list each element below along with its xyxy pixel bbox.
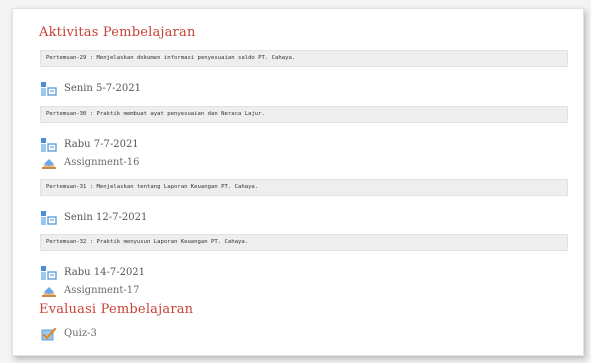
- activity-label: Assignment-17: [64, 284, 140, 296]
- attendance-icon: [41, 81, 57, 96]
- topic-label: Pertemuan-32 : Praktik menyusun Laporan …: [40, 234, 568, 251]
- assignment-icon: [41, 283, 57, 297]
- attendance-icon: [41, 210, 57, 225]
- activity-attendance-link[interactable]: Senin 5-7-2021: [41, 80, 141, 96]
- activity-attendance-link[interactable]: Rabu 7-7-2021: [41, 136, 139, 152]
- section-title-evaluasi: Evaluasi Pembelajaran: [39, 302, 194, 317]
- course-content-panel: Aktivitas Pembelajaran Pertemuan-29 : Me…: [12, 8, 584, 356]
- attendance-icon: [41, 137, 57, 152]
- topic-label: Pertemuan-30 : Praktik membuat ayat peny…: [40, 106, 568, 123]
- activity-quiz-link[interactable]: Quiz-3: [41, 325, 97, 341]
- topic-label: Pertemuan-31 : Menjelaskan tentang Lapor…: [40, 179, 568, 196]
- activity-label: Quiz-3: [64, 327, 97, 339]
- topic-label: Pertemuan-29 : Menjelaskan dokumen infor…: [40, 50, 568, 67]
- quiz-icon: [41, 326, 57, 341]
- activity-assignment-link[interactable]: Assignment-16: [41, 154, 140, 170]
- attendance-icon: [41, 265, 57, 280]
- activity-label: Assignment-16: [64, 156, 140, 168]
- activity-label: Senin 5-7-2021: [64, 82, 141, 94]
- activity-attendance-link[interactable]: Rabu 14-7-2021: [41, 264, 145, 280]
- assignment-icon: [41, 155, 57, 169]
- activity-label: Senin 12-7-2021: [64, 211, 148, 223]
- activity-label: Rabu 14-7-2021: [64, 266, 146, 278]
- activity-attendance-link[interactable]: Senin 12-7-2021: [41, 209, 147, 225]
- activity-assignment-link[interactable]: Assignment-17: [41, 282, 140, 298]
- activity-label: Rabu 7-7-2021: [64, 138, 139, 150]
- section-title-aktivitas: Aktivitas Pembelajaran: [39, 25, 196, 40]
